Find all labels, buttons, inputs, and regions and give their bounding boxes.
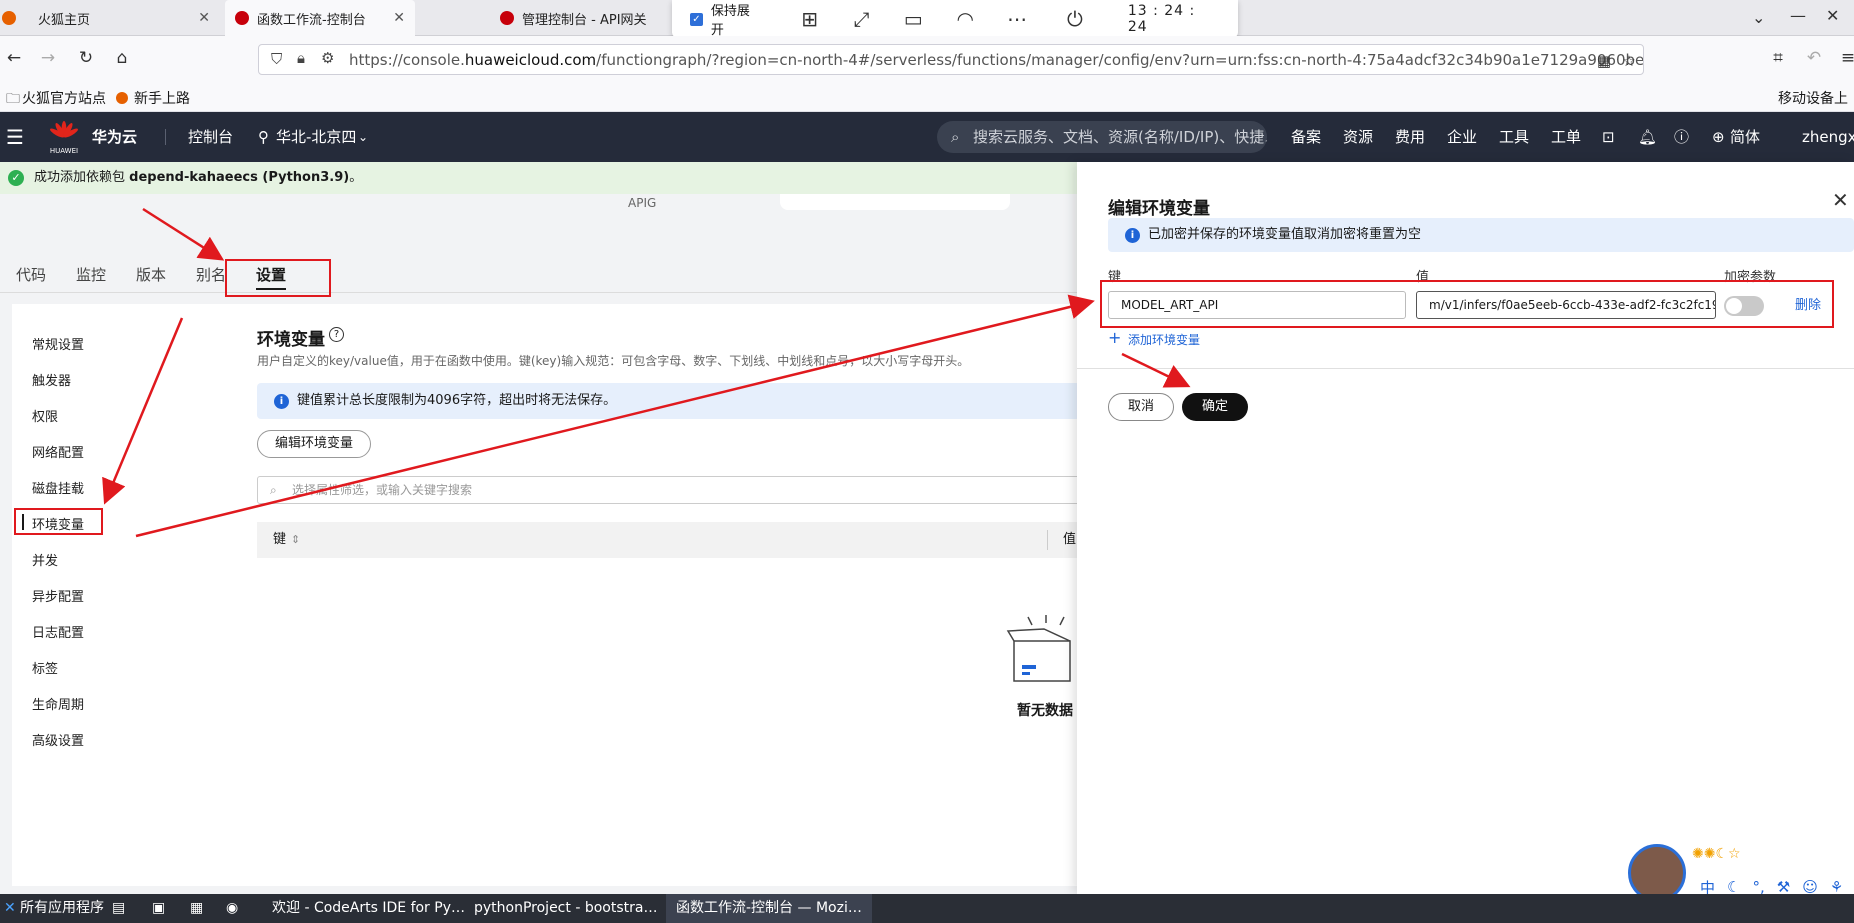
folder-icon[interactable]: ▦ (190, 894, 203, 923)
annotation-arrows (102, 207, 1191, 538)
browser-icon[interactable]: ◉ (226, 894, 238, 923)
taskbar-window-firefox[interactable]: 函数工作流-控制台 — Mozi… (666, 894, 872, 923)
file-manager-icon[interactable]: ▤ (112, 894, 125, 923)
app-menu-icon[interactable]: ✕ (4, 894, 16, 923)
all-apps-button[interactable]: 所有应用程序 (20, 894, 104, 923)
taskbar-window-codearts[interactable]: 欢迎 - CodeArts IDE for Py… (272, 894, 465, 923)
taskbar-window-pythonproject[interactable]: pythonProject - bootstra… (474, 894, 657, 923)
os-taskbar: ✕ 所有应用程序 ▤ ▣ ▦ ◉ 欢迎 - CodeArts IDE for P… (0, 894, 1854, 923)
terminal-icon[interactable]: ▣ (152, 894, 165, 923)
decoration-icons: ✺✺☾☆ (1692, 846, 1741, 862)
